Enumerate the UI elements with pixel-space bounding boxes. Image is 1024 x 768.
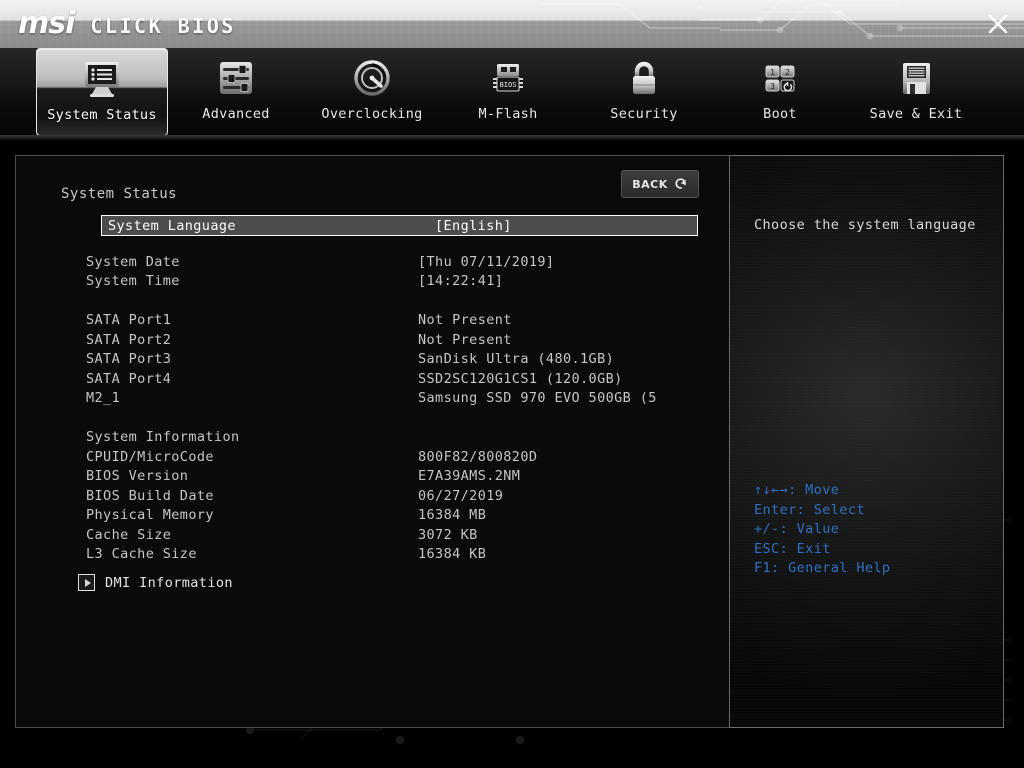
- nav-item-list: System Status Advanced Overclocking BIOS…: [0, 48, 1024, 140]
- setting-label: SATA Port2: [86, 331, 172, 348]
- table-row[interactable]: System Date [Thu 07/11/2019]: [16, 252, 729, 272]
- back-button[interactable]: BACK: [621, 170, 699, 198]
- nav-tab-boot[interactable]: 1 2 3 Boot: [712, 48, 848, 136]
- setting-value: 800F82/800820D: [418, 448, 538, 465]
- setting-value: SanDisk Ultra (480.1GB): [418, 351, 615, 368]
- setting-label: System Language: [108, 217, 236, 234]
- page-title: System Status: [61, 186, 178, 202]
- nav-tab-label: M-Flash: [478, 106, 538, 122]
- setting-label: System Information: [86, 429, 240, 446]
- speedometer-icon: [351, 54, 393, 104]
- boot-order-icon: 1 2 3: [759, 54, 801, 104]
- table-row: CPUID/MicroCode 800F82/800820D: [16, 447, 729, 467]
- setting-value: Not Present: [418, 331, 512, 348]
- nav-tab-label: Save & Exit: [869, 106, 963, 122]
- setting-value: 16384 MB: [418, 507, 487, 524]
- table-row[interactable]: System Time [14:22:41]: [16, 272, 729, 292]
- nav-tab-m-flash[interactable]: BIOS M-Flash: [440, 48, 576, 136]
- setting-value: Samsung SSD 970 EVO 500GB (5: [418, 390, 657, 407]
- setting-label: SATA Port4: [86, 370, 172, 387]
- msi-wordmark: msi: [18, 6, 75, 41]
- table-row[interactable]: M2_1 Samsung SSD 970 EVO 500GB (5: [16, 389, 729, 409]
- svg-text:1: 1: [770, 68, 775, 77]
- close-icon[interactable]: [984, 10, 1012, 38]
- setting-label: M2_1: [86, 390, 121, 407]
- nav-tab-label: System Status: [47, 107, 157, 123]
- main-navigation: System Status Advanced Overclocking BIOS…: [0, 48, 1024, 140]
- bios-screen: msi CLICK BIOS System Status Advanced Ov…: [0, 0, 1024, 768]
- setting-label: BIOS Version: [86, 468, 189, 485]
- setting-label: Physical Memory: [86, 507, 214, 524]
- expand-triangle-icon: [78, 574, 95, 591]
- table-row: Cache Size 3072 KB: [16, 525, 729, 545]
- table-row: Physical Memory 16384 MB: [16, 506, 729, 526]
- svg-text:2: 2: [785, 68, 790, 77]
- sliders-icon: [215, 54, 257, 104]
- svg-text:BIOS: BIOS: [500, 81, 517, 89]
- nav-tab-label: Boot: [763, 106, 797, 122]
- help-panel: Choose the system language ↑↓←→: Move En…: [729, 155, 1004, 728]
- nav-tab-overclocking[interactable]: Overclocking: [304, 48, 440, 136]
- monitor-list-icon: [79, 55, 125, 105]
- setting-value: 3072 KB: [418, 526, 478, 543]
- dmi-information-label: DMI Information: [105, 574, 233, 591]
- row-spacer: [16, 291, 729, 311]
- setting-value: Not Present: [418, 312, 512, 329]
- app-header: msi CLICK BIOS: [0, 0, 1024, 48]
- section-header-system-information: System Information: [16, 428, 729, 448]
- help-key-move: ↑↓←→: Move: [754, 482, 840, 498]
- floppy-disk-icon: [895, 54, 937, 104]
- setting-label: L3 Cache Size: [86, 546, 197, 563]
- nav-tab-label: Overclocking: [321, 106, 423, 122]
- nav-tab-label: Security: [610, 106, 678, 122]
- setting-label: BIOS Build Date: [86, 487, 214, 504]
- settings-list: System Date [Thu 07/11/2019] System Time […: [16, 252, 729, 564]
- nav-tab-security[interactable]: Security: [576, 48, 712, 136]
- setting-value: [14:22:41]: [418, 273, 504, 290]
- bios-chip-icon: BIOS: [487, 54, 529, 104]
- setting-value: 06/27/2019: [418, 487, 504, 504]
- nav-tab-save-exit[interactable]: Save & Exit: [848, 48, 984, 136]
- setting-row-system-language[interactable]: System Language [English]: [101, 215, 698, 236]
- dmi-information-row[interactable]: DMI Information: [78, 574, 233, 591]
- help-description: Choose the system language: [754, 217, 976, 233]
- setting-label: Cache Size: [86, 526, 172, 543]
- padlock-icon: [623, 54, 665, 104]
- table-row[interactable]: SATA Port1 Not Present: [16, 311, 729, 331]
- setting-label: CPUID/MicroCode: [86, 448, 214, 465]
- setting-value: [Thu 07/11/2019]: [418, 253, 555, 270]
- nav-tab-advanced[interactable]: Advanced: [168, 48, 304, 136]
- row-spacer: [16, 408, 729, 428]
- click-bios-wordmark: CLICK BIOS: [90, 13, 236, 38]
- setting-value: [English]: [435, 217, 512, 234]
- undo-arrow-icon: [674, 175, 688, 194]
- help-key-general-help: F1: General Help: [754, 560, 891, 577]
- svg-text:3: 3: [770, 82, 775, 91]
- table-row[interactable]: SATA Port4 SSD2SC120G1CS1 (120.0GB): [16, 369, 729, 389]
- table-row[interactable]: SATA Port2 Not Present: [16, 330, 729, 350]
- setting-label: System Time: [86, 273, 180, 290]
- setting-value: 16384 KB: [418, 546, 487, 563]
- help-key-exit: ESC: Exit: [754, 540, 831, 557]
- system-status-panel: System Status BACK System Language [Engl…: [15, 155, 729, 728]
- setting-label: System Date: [86, 253, 180, 270]
- table-row[interactable]: SATA Port3 SanDisk Ultra (480.1GB): [16, 350, 729, 370]
- setting-label: SATA Port3: [86, 351, 172, 368]
- setting-value: E7A39AMS.2NM: [418, 468, 521, 485]
- table-row: L3 Cache Size 16384 KB: [16, 545, 729, 565]
- back-button-label: BACK: [632, 177, 668, 191]
- nav-tab-label: Advanced: [202, 106, 270, 122]
- setting-label: SATA Port1: [86, 312, 172, 329]
- help-key-legend: ↑↓←→: Move Enter: Select +/-: Value ESC:…: [754, 481, 890, 579]
- setting-value: SSD2SC120G1CS1 (120.0GB): [418, 370, 623, 387]
- help-key-select: Enter: Select: [754, 501, 865, 518]
- nav-tab-system-status[interactable]: System Status: [36, 48, 168, 136]
- brand-logo: msi CLICK BIOS: [18, 6, 236, 41]
- help-key-value: +/-: Value: [754, 521, 840, 538]
- table-row: BIOS Version E7A39AMS.2NM: [16, 467, 729, 487]
- table-row: BIOS Build Date 06/27/2019: [16, 486, 729, 506]
